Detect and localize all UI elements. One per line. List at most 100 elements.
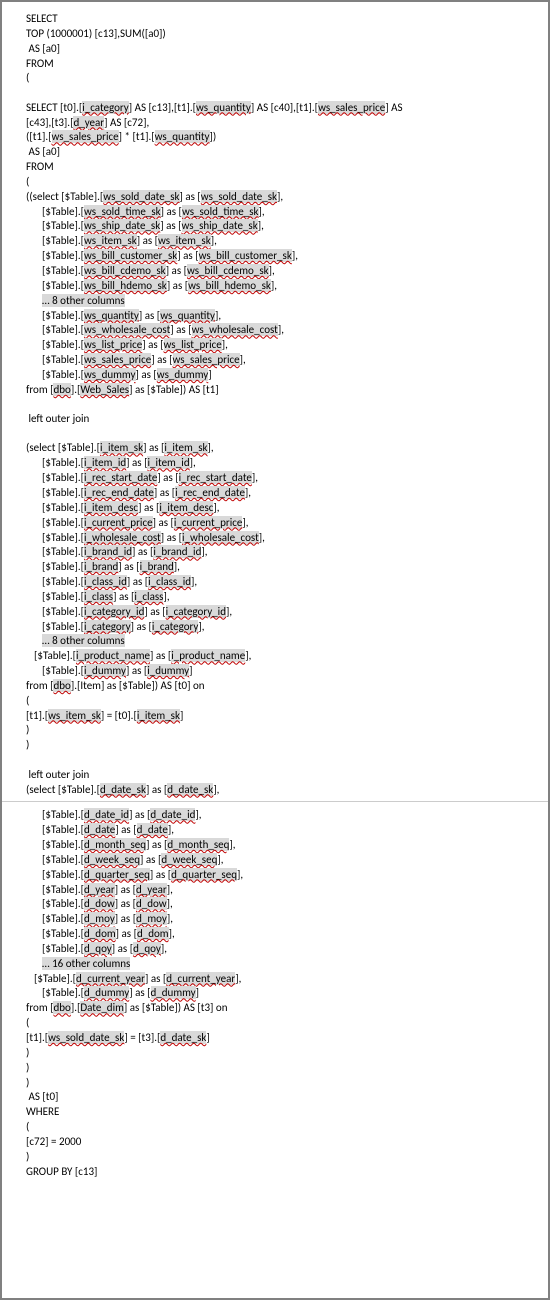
- schema-ref: dbo: [53, 679, 70, 692]
- sql-line: FROM: [26, 57, 524, 72]
- column-ref: ws_sales_price: [173, 353, 240, 366]
- column-ref: d_dom: [137, 927, 169, 940]
- column-ref: d_date: [84, 823, 115, 836]
- column-ref: ws_sales_price: [84, 353, 151, 366]
- sql-line: (: [26, 1016, 524, 1031]
- sql-line: [$Table].[d_date_id] as [d_date_id],: [26, 808, 524, 823]
- sql-line: AS [a0]: [26, 42, 524, 57]
- column-ref: ws_sold_date_sk: [201, 190, 277, 203]
- column-ref: ws_dummy: [84, 368, 135, 381]
- omitted-columns: … 8 other columns: [26, 294, 524, 309]
- column-ref: i_brand: [140, 560, 174, 573]
- sql-line: (: [26, 71, 524, 86]
- sql-line: WHERE: [26, 1105, 524, 1120]
- sql-line: [$Table].[i_dummy] as [i_dummy]: [26, 664, 524, 679]
- sql-line: TOP (1000001) [c13],SUM([a0]): [26, 27, 524, 42]
- column-ref: d_qoy: [84, 942, 112, 955]
- column-ref: i_category: [84, 620, 131, 633]
- column-ref: ws_sold_time_sk: [182, 205, 259, 218]
- sql-section-1: SELECT TOP (1000001) [c13],SUM([a0]) AS …: [2, 12, 548, 797]
- table-ref: Web_Sales: [80, 383, 129, 396]
- column-ref: d_current_year: [76, 972, 145, 985]
- column-ref: i_category: [152, 620, 199, 633]
- column-ref: d_date_sk: [167, 783, 213, 796]
- column-ref: ws_sold_date_sk: [103, 190, 179, 203]
- sql-line: [26, 753, 524, 768]
- sql-line: [$Table].[i_brand_id] as [i_brand_id],: [26, 545, 524, 560]
- column-ref: d_year: [136, 883, 167, 896]
- sql-section-2: [$Table].[d_date_id] as [d_date_id], [$T…: [2, 801, 548, 1179]
- column-ref: i_rec_end_date: [84, 486, 154, 499]
- sql-line: [$Table].[ws_item_sk] as [ws_item_sk],: [26, 234, 524, 249]
- omitted-columns: … 16 other columns: [26, 957, 524, 972]
- sql-line: [$Table].[i_item_desc] as [i_item_desc],: [26, 501, 524, 516]
- column-ref: d_month_seq: [84, 838, 146, 851]
- column-ref: i_category_id: [166, 605, 226, 618]
- sql-line: left outer join: [26, 412, 524, 427]
- column-ref: d_month_seq: [167, 838, 229, 851]
- sql-line: ((select [$Table].[ws_sold_date_sk] as […: [26, 190, 524, 205]
- column-ref: ws_sales_price: [318, 101, 385, 114]
- sql-line: (select [$Table].[i_item_sk] as [i_item_…: [26, 441, 524, 456]
- column-ref: d_moy: [136, 912, 167, 925]
- column-ref: ws_dummy: [157, 368, 208, 381]
- column-ref: ws_wholesale_cost: [192, 323, 278, 336]
- sql-line: [$Table].[ws_dummy] as [ws_dummy]: [26, 368, 524, 383]
- sql-line: [$Table].[d_date] as [d_date],: [26, 823, 524, 838]
- sql-line: [$Table].[i_category] as [i_category],: [26, 620, 524, 635]
- column-ref: ws_item_sk: [84, 234, 137, 247]
- column-ref: i_dummy: [84, 664, 126, 677]
- column-ref: ws_sales_price: [52, 130, 119, 143]
- column-ref: d_year: [73, 116, 104, 129]
- column-ref: d_quarter_seq: [171, 868, 237, 881]
- column-ref: i_item_desc: [84, 501, 138, 514]
- sql-line: [26, 427, 524, 442]
- column-ref: i_item_id: [147, 456, 189, 469]
- column-ref: d_week_seq: [84, 853, 140, 866]
- sql-line: [$Table].[d_dummy] as [d_dummy]: [26, 986, 524, 1001]
- sql-line: ): [26, 1046, 524, 1061]
- sql-line: ): [26, 738, 524, 753]
- column-ref: d_dom: [84, 927, 116, 940]
- sql-line: (: [26, 175, 524, 190]
- column-ref: ws_list_price: [164, 338, 222, 351]
- column-ref: ws_item_sk: [48, 709, 101, 722]
- sql-line: FROM: [26, 160, 524, 175]
- schema-ref: dbo: [53, 1001, 70, 1014]
- column-ref: ws_quantity: [160, 309, 215, 322]
- sql-line: [$Table].[ws_bill_hdemo_sk] as [ws_bill_…: [26, 279, 524, 294]
- column-ref: i_item_sk: [164, 441, 207, 454]
- sql-line: [$Table].[i_product_name] as [i_product_…: [26, 649, 524, 664]
- sql-line: [$Table].[d_week_seq] as [d_week_seq],: [26, 853, 524, 868]
- sql-line: [$Table].[i_item_id] as [i_item_id],: [26, 456, 524, 471]
- sql-line: [$Table].[ws_quantity] as [ws_quantity],: [26, 309, 524, 324]
- column-ref: d_moy: [84, 912, 115, 925]
- column-ref: ws_bill_cdemo_sk: [84, 264, 166, 277]
- sql-line: [$Table].[i_wholesale_cost] as [i_wholes…: [26, 531, 524, 546]
- column-ref: d_qoy: [133, 942, 161, 955]
- sql-line: [$Table].[d_month_seq] as [d_month_seq],: [26, 838, 524, 853]
- column-ref: i_brand: [84, 560, 118, 573]
- column-ref: i_current_price: [84, 516, 153, 529]
- column-ref: ws_sold_date_sk: [48, 1031, 124, 1044]
- sql-line: [$Table].[d_moy] as [d_moy],: [26, 912, 524, 927]
- sql-line: [$Table].[ws_wholesale_cost] as [ws_whol…: [26, 323, 524, 338]
- sql-line: [$Table].[i_current_price] as [i_current…: [26, 516, 524, 531]
- column-ref: i_item_sk: [100, 441, 143, 454]
- column-ref: i_wholesale_cost: [182, 531, 259, 544]
- column-ref: d_dow: [136, 897, 167, 910]
- column-ref: i_dummy: [147, 664, 189, 677]
- schema-ref: dbo: [53, 383, 70, 396]
- column-ref: d_date_id: [150, 808, 195, 821]
- sql-line: [$Table].[d_dow] as [d_dow],: [26, 897, 524, 912]
- column-ref: ws_bill_customer_sk: [84, 249, 177, 262]
- sql-line: [t1].[ws_sold_date_sk] = [t3].[d_date_sk…: [26, 1031, 524, 1046]
- sql-line: (: [26, 694, 524, 709]
- column-ref: i_item_sk: [137, 709, 180, 722]
- sql-line: [$Table].[ws_bill_customer_sk] as [ws_bi…: [26, 249, 524, 264]
- column-ref: d_date: [137, 823, 168, 836]
- column-ref: ws_bill_cdemo_sk: [187, 264, 269, 277]
- sql-line: ): [26, 723, 524, 738]
- sql-line: [$Table].[d_quarter_seq] as [d_quarter_s…: [26, 868, 524, 883]
- sql-line: [$Table].[ws_sold_time_sk] as [ws_sold_t…: [26, 205, 524, 220]
